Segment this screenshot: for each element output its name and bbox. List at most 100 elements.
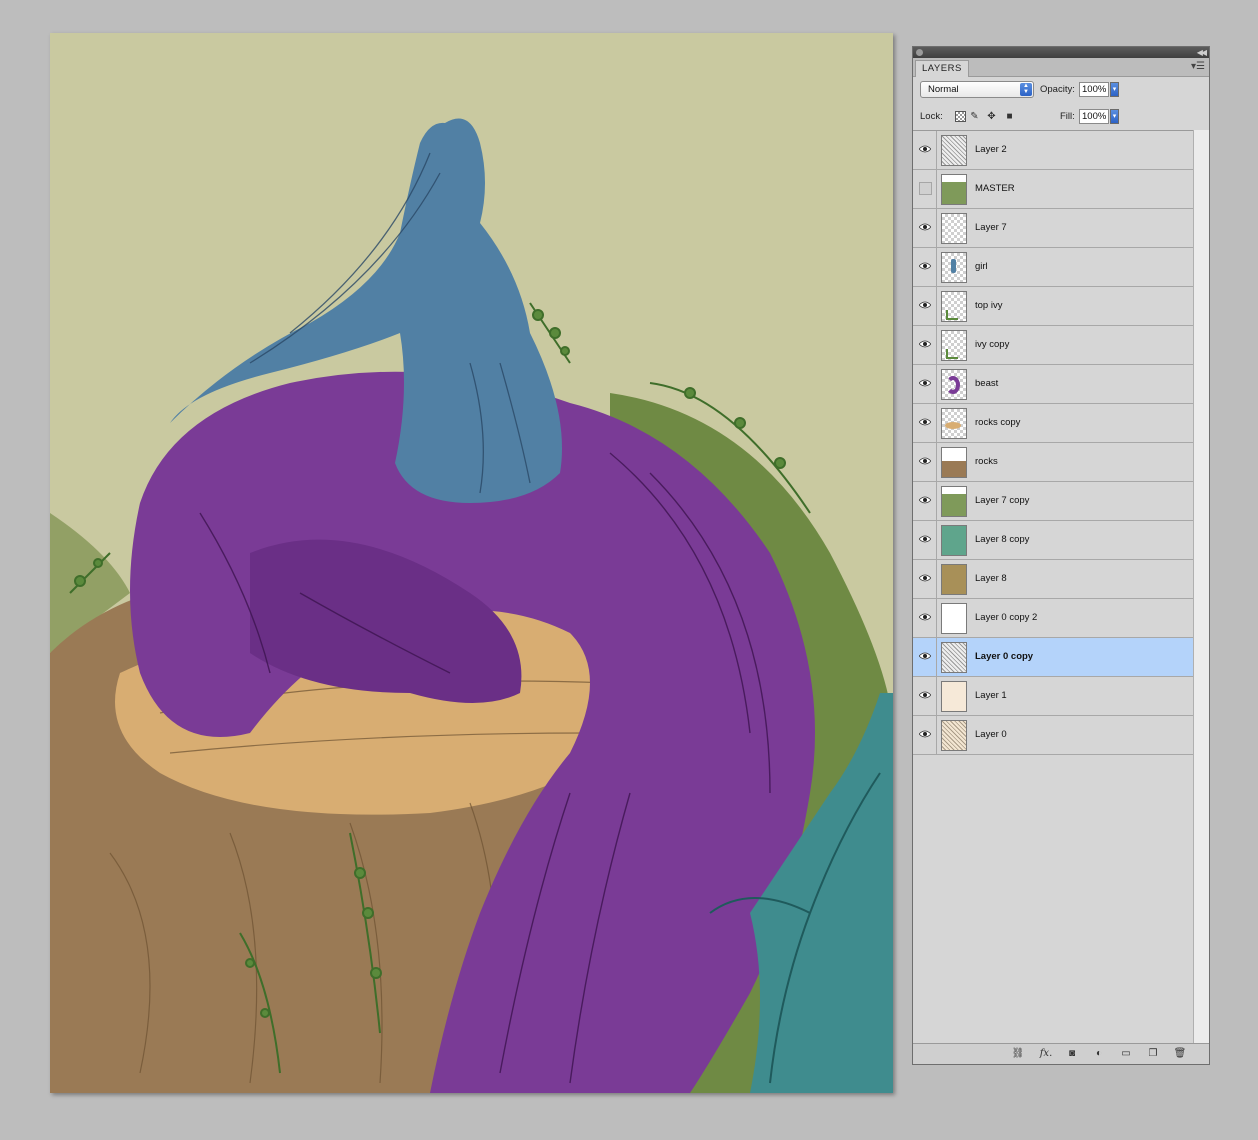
panel-menu-icon[interactable]: ▾☰	[1191, 61, 1205, 73]
visibility-toggle[interactable]	[913, 638, 937, 676]
layer-row[interactable]: Layer 8 copy	[913, 521, 1194, 560]
layer-name[interactable]: ivy copy	[975, 339, 1009, 351]
eye-icon	[919, 301, 931, 309]
opacity-field[interactable]: 100%	[1079, 82, 1109, 97]
layer-thumbnail[interactable]	[941, 525, 967, 556]
layers-panel: ◀◀ LAYERS ▾☰ Normal ▲ ▼ Opacity: 100% ▾ L…	[912, 46, 1210, 1065]
layer-row[interactable]: MASTER	[913, 170, 1194, 209]
layer-name[interactable]: Layer 8	[975, 573, 1007, 585]
layer-row[interactable]: Layer 0 copy 2	[913, 599, 1194, 638]
layer-name[interactable]: Layer 0	[975, 729, 1007, 741]
layer-row[interactable]: ivy copy	[913, 326, 1194, 365]
visibility-toggle[interactable]	[913, 170, 937, 208]
link-layers-icon[interactable]: ⛓	[1009, 1047, 1027, 1060]
visibility-toggle[interactable]	[913, 677, 937, 715]
opacity-dropdown-arrow[interactable]: ▾	[1110, 82, 1119, 97]
layer-row[interactable]: rocks copy	[913, 404, 1194, 443]
layer-thumbnail[interactable]	[941, 447, 967, 478]
visibility-toggle[interactable]	[913, 248, 937, 286]
visibility-toggle[interactable]	[913, 131, 937, 169]
visibility-toggle[interactable]	[913, 365, 937, 403]
layer-row[interactable]: Layer 0 copy	[913, 638, 1194, 677]
layer-name[interactable]: rocks	[975, 456, 998, 468]
eye-icon	[919, 262, 931, 270]
layer-thumbnail[interactable]	[941, 681, 967, 712]
layer-row[interactable]: girl	[913, 248, 1194, 287]
eye-icon	[919, 574, 931, 582]
visibility-toggle[interactable]	[913, 599, 937, 637]
adjustment-layer-icon[interactable]: ◐	[1092, 1047, 1106, 1060]
layer-name[interactable]: MASTER	[975, 183, 1015, 195]
layer-thumbnail[interactable]	[941, 135, 967, 166]
layer-name[interactable]: Layer 7 copy	[975, 495, 1029, 507]
collapse-panel-icon[interactable]: ◀◀	[1197, 47, 1207, 58]
layer-name[interactable]: top ivy	[975, 300, 1002, 312]
layer-name[interactable]: girl	[975, 261, 988, 273]
tab-layers[interactable]: LAYERS	[915, 60, 969, 77]
visibility-toggle[interactable]	[913, 209, 937, 247]
visibility-toggle[interactable]	[913, 716, 937, 754]
layer-name[interactable]: Layer 8 copy	[975, 534, 1029, 546]
layer-thumbnail[interactable]	[941, 291, 967, 322]
eye-icon	[919, 535, 931, 543]
layer-row[interactable]: Layer 0	[913, 716, 1194, 755]
panel-titlebar[interactable]: ◀◀	[913, 47, 1209, 58]
lock-position-move-icon[interactable]: ✥	[986, 111, 997, 122]
layer-row[interactable]: Layer 2	[913, 131, 1194, 170]
layer-thumbnail[interactable]	[941, 369, 967, 400]
fill-field[interactable]: 100%	[1079, 109, 1109, 124]
layer-row[interactable]: rocks	[913, 443, 1194, 482]
lock-all-padlock-icon[interactable]: ■	[1004, 111, 1015, 122]
document-canvas[interactable]	[50, 33, 893, 1093]
visibility-toggle[interactable]	[913, 560, 937, 598]
layer-thumbnail[interactable]	[941, 408, 967, 439]
new-layer-icon[interactable]: ❐	[1146, 1047, 1160, 1060]
add-mask-icon[interactable]: ◙	[1065, 1047, 1079, 1060]
layer-name[interactable]: Layer 2	[975, 144, 1007, 156]
visibility-toggle[interactable]	[913, 482, 937, 520]
visibility-toggle[interactable]	[913, 326, 937, 364]
layers-list: Layer 2 MASTER Layer 7 girl top ivy ivy copy b…	[913, 130, 1194, 1047]
layer-thumbnail[interactable]	[941, 642, 967, 673]
layer-row[interactable]: beast	[913, 365, 1194, 404]
layer-name[interactable]: rocks copy	[975, 417, 1020, 429]
layer-row[interactable]: Layer 7	[913, 209, 1194, 248]
layer-row[interactable]: Layer 8	[913, 560, 1194, 599]
layer-row[interactable]: Layer 7 copy	[913, 482, 1194, 521]
visibility-toggle[interactable]	[913, 521, 937, 559]
fill-label: Fill:	[1060, 111, 1075, 122]
visibility-toggle[interactable]	[913, 443, 937, 481]
eye-icon	[919, 691, 931, 699]
visibility-toggle[interactable]	[913, 287, 937, 325]
eye-icon	[919, 418, 931, 426]
layer-thumbnail[interactable]	[941, 603, 967, 634]
blend-mode-select[interactable]: Normal ▲ ▼	[920, 81, 1034, 98]
panel-close-button[interactable]	[916, 49, 923, 56]
layer-thumbnail[interactable]	[941, 252, 967, 283]
layer-row[interactable]: Layer 1	[913, 677, 1194, 716]
layer-name[interactable]: Layer 0 copy	[975, 651, 1033, 663]
layer-thumbnail[interactable]	[941, 486, 967, 517]
blend-mode-value: Normal	[928, 84, 959, 95]
lock-transparent-pixels-icon[interactable]	[955, 111, 966, 122]
layer-thumbnail[interactable]	[941, 213, 967, 244]
hidden-visibility-box	[919, 182, 932, 195]
layer-name[interactable]: Layer 7	[975, 222, 1007, 234]
layer-name[interactable]: Layer 0 copy 2	[975, 612, 1037, 624]
layer-row[interactable]: top ivy	[913, 287, 1194, 326]
lock-image-pixels-brush-icon[interactable]: ✎	[969, 111, 980, 122]
fill-dropdown-arrow[interactable]: ▾	[1110, 109, 1119, 124]
layer-thumbnail[interactable]	[941, 330, 967, 361]
layer-thumbnail[interactable]	[941, 720, 967, 751]
visibility-toggle[interactable]	[913, 404, 937, 442]
delete-layer-trash-icon[interactable]: 🗑	[1173, 1047, 1187, 1060]
layers-scrollbar[interactable]	[1193, 130, 1209, 1046]
layer-name[interactable]: Layer 1	[975, 690, 1007, 702]
lock-label: Lock:	[920, 111, 943, 122]
eye-icon	[919, 730, 931, 738]
layer-thumbnail[interactable]	[941, 564, 967, 595]
layer-thumbnail[interactable]	[941, 174, 967, 205]
new-group-folder-icon[interactable]: ▭	[1119, 1047, 1133, 1060]
layer-name[interactable]: beast	[975, 378, 998, 390]
layer-style-fx-icon[interactable]: fx.	[1037, 1047, 1055, 1060]
